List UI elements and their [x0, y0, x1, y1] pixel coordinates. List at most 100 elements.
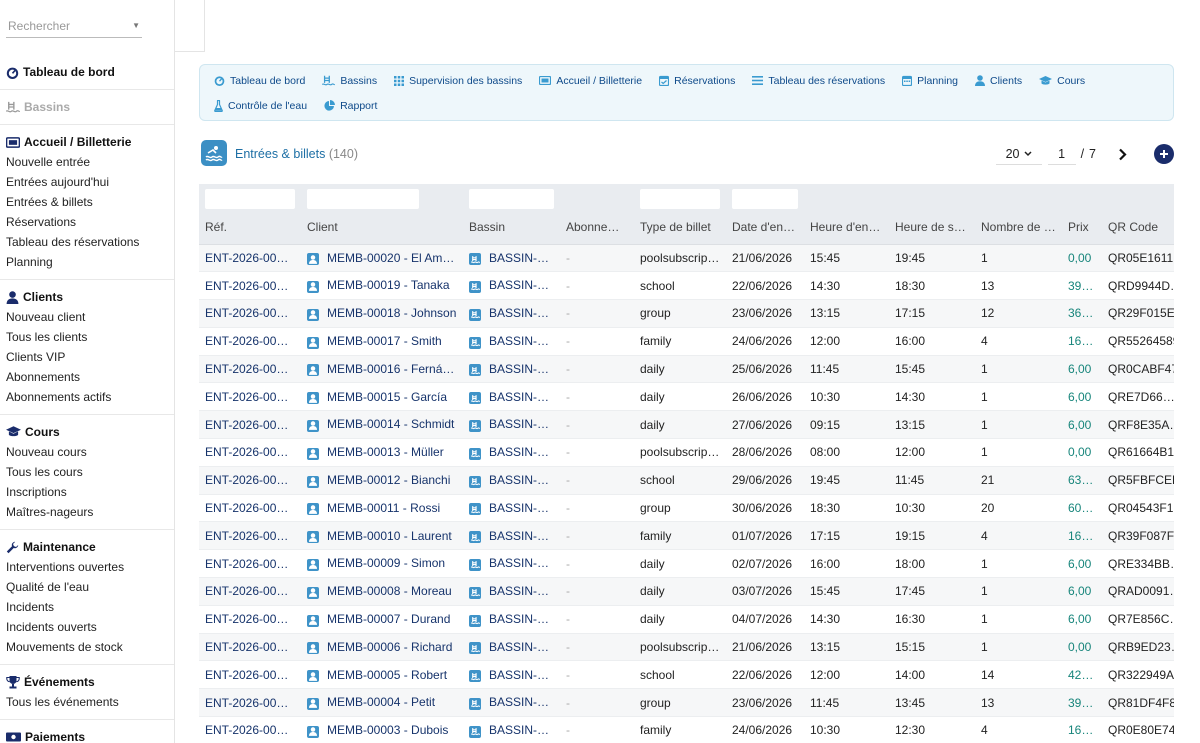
cell-link-text[interactable]: BASSIN-005: [489, 390, 557, 404]
cell-bassin[interactable]: BASSIN-010: [463, 521, 560, 551]
menu-item-tableau-des-reservations[interactable]: Tableau des réservations: [746, 71, 896, 90]
table-row[interactable]: ENT-2026-000126 MEMB-00006 - Richard BASSI…: [199, 633, 1174, 662]
cell-ref[interactable]: ENT-2026-000135: [199, 382, 301, 412]
cell-client[interactable]: MEMB-00006 - Richard: [301, 633, 463, 662]
cell-client[interactable]: MEMB-00010 - Laurent: [301, 521, 463, 551]
cell-link-text[interactable]: MEMB-00017 - Smith: [327, 334, 442, 348]
sidebar-section-evenements[interactable]: Événements: [0, 672, 174, 692]
cell-bassin[interactable]: BASSIN-007: [463, 327, 560, 356]
cell-client[interactable]: MEMB-00005 - Robert: [301, 660, 463, 690]
cell-link-text[interactable]: BASSIN-003: [489, 445, 557, 459]
column-header-heure-de-sortie[interactable]: Heure de sortie: [889, 210, 975, 245]
table-row[interactable]: ENT-2026-000125 MEMB-00005 - Robert BASSIN…: [199, 660, 1174, 690]
sidebar-section-cours[interactable]: Cours: [0, 422, 174, 442]
cell-link-text[interactable]: MEMB-00005 - Robert: [327, 668, 447, 682]
sidebar-item-entrees-billets[interactable]: Entrées & billets: [0, 192, 174, 212]
cell-ref[interactable]: ENT-2026-000130: [199, 521, 301, 551]
table-row[interactable]: ENT-2026-000136 MEMB-00016 - Fernández BAS…: [199, 355, 1174, 384]
cell-bassin[interactable]: BASSIN-007: [463, 605, 560, 634]
cell-link-text[interactable]: MEMB-00019 - Tanaka: [327, 278, 450, 292]
sidebar-section-accueil-billetterie[interactable]: Accueil / Billetterie: [0, 132, 174, 152]
menu-item-controle-de-l-eau[interactable]: Contrôle de l'eau: [208, 96, 318, 115]
sidebar-item-pools[interactable]: Bassins: [0, 97, 174, 117]
cell-bassin[interactable]: BASSIN-004: [463, 410, 560, 440]
cell-link-text[interactable]: BASSIN-009: [489, 556, 557, 570]
cell-link-text[interactable]: MEMB-00011 - Rossi: [327, 501, 440, 515]
menu-item-bassins[interactable]: Bassins: [316, 71, 388, 90]
menu-item-accueil-billetterie[interactable]: Accueil / Billetterie: [533, 71, 653, 90]
menu-item-reservations[interactable]: Réservations: [653, 71, 746, 90]
menu-item-cours[interactable]: Cours: [1033, 71, 1096, 90]
cell-link-text[interactable]: MEMB-00006 - Richard: [327, 640, 452, 654]
cell-ref[interactable]: ENT-2026-000134: [199, 410, 301, 440]
cell-link-text[interactable]: BASSIN-007: [489, 612, 557, 626]
cell-ref[interactable]: ENT-2026-000138: [199, 299, 301, 328]
cell-ref[interactable]: ENT-2026-000123: [199, 716, 301, 743]
column-header-abonnement[interactable]: Abonnement: [560, 210, 634, 245]
cell-link-text[interactable]: MEMB-00014 - Schmidt: [327, 417, 454, 431]
cell-link-text[interactable]: BASSIN-010: [489, 251, 557, 265]
cell-bassin[interactable]: BASSIN-010: [463, 244, 560, 273]
table-row[interactable]: ENT-2026-000134 MEMB-00014 - Schmidt BASSI…: [199, 410, 1174, 440]
cell-link-text[interactable]: MEMB-00007 - Durand: [327, 612, 450, 626]
cell-link-text[interactable]: MEMB-00010 - Laurent: [327, 529, 452, 543]
sidebar-item-abonnements[interactable]: Abonnements: [0, 367, 174, 387]
sidebar-item-incidents[interactable]: Incidents: [0, 597, 174, 617]
sidebar-item-qualite-de-l-eau[interactable]: Qualité de l'eau: [0, 577, 174, 597]
cell-link-text[interactable]: BASSIN-003: [489, 723, 557, 737]
filter-ref-input[interactable]: [205, 188, 295, 209]
table-row[interactable]: ENT-2026-000132 MEMB-00012 - Bianchi BASSI…: [199, 466, 1174, 495]
cell-client[interactable]: MEMB-00018 - Johnson: [301, 299, 463, 328]
cell-bassin[interactable]: BASSIN-002: [463, 466, 560, 495]
cell-ref[interactable]: ENT-2026-000131: [199, 494, 301, 523]
menu-item-clients[interactable]: Clients: [969, 71, 1033, 90]
filter-date-input[interactable]: [732, 188, 798, 209]
menu-item-tableau-de-bord[interactable]: Tableau de bord: [208, 71, 316, 90]
cell-ref[interactable]: ENT-2026-000136: [199, 355, 301, 384]
cell-link-text[interactable]: MEMB-00016 - Fernández: [327, 362, 463, 376]
cell-link-text[interactable]: MEMB-00018 - Johnson: [327, 306, 456, 320]
menu-item-supervision-des-bassins[interactable]: Supervision des bassins: [388, 71, 533, 90]
cell-client[interactable]: MEMB-00016 - Fernández: [301, 355, 463, 384]
table-row[interactable]: ENT-2026-000128 MEMB-00008 - Moreau BASSIN…: [199, 577, 1174, 606]
column-header-ref[interactable]: Réf.: [199, 210, 301, 245]
table-row[interactable]: ENT-2026-000124 MEMB-00004 - Petit BASSIN-…: [199, 688, 1174, 718]
sidebar-item-dashboard[interactable]: Tableau de bord: [0, 62, 174, 82]
sidebar-item-clients-vip[interactable]: Clients VIP: [0, 347, 174, 367]
cell-bassin[interactable]: BASSIN-009: [463, 271, 560, 301]
filter-client-input[interactable]: [307, 188, 419, 209]
cell-link-text[interactable]: MEMB-00020 - El Amrani: [327, 251, 462, 265]
cell-link-text[interactable]: MEMB-00015 - García: [327, 390, 447, 404]
cell-link-text[interactable]: BASSIN-004: [489, 695, 557, 709]
sidebar-item-nouveau-cours[interactable]: Nouveau cours: [0, 442, 174, 462]
cell-ref[interactable]: ENT-2026-000125: [199, 660, 301, 690]
table-row[interactable]: ENT-2026-000129 MEMB-00009 - Simon BASSIN-…: [199, 549, 1174, 579]
cell-link-text[interactable]: BASSIN-010: [489, 529, 557, 543]
cell-ref[interactable]: ENT-2026-000129: [199, 549, 301, 579]
table-row[interactable]: ENT-2026-000137 MEMB-00017 - Smith BASSIN-…: [199, 327, 1174, 356]
cell-bassin[interactable]: BASSIN-004: [463, 688, 560, 718]
cell-link-text[interactable]: MEMB-00003 - Dubois: [327, 723, 448, 737]
column-header-prix[interactable]: Prix: [1062, 210, 1102, 245]
menu-item-rapport[interactable]: Rapport: [318, 96, 388, 115]
cell-bassin[interactable]: BASSIN-003: [463, 438, 560, 467]
cell-client[interactable]: MEMB-00008 - Moreau: [301, 577, 463, 606]
sidebar-item-interventions-ouvertes[interactable]: Interventions ouvertes: [0, 557, 174, 577]
cell-ref[interactable]: ENT-2026-000133: [199, 438, 301, 467]
column-header-type-de-billet[interactable]: Type de billet: [634, 210, 726, 245]
sidebar-item-reservations[interactable]: Réservations: [0, 212, 174, 232]
sidebar-item-tous-les-cours[interactable]: Tous les cours: [0, 462, 174, 482]
sidebar-section-paiements[interactable]: Paiements: [0, 727, 174, 743]
sidebar-section-maintenance[interactable]: Maintenance: [0, 537, 174, 557]
table-row[interactable]: ENT-2026-000133 MEMB-00013 - Müller BASSIN…: [199, 438, 1174, 467]
sidebar-section-clients[interactable]: Clients: [0, 287, 174, 307]
cell-client[interactable]: MEMB-00009 - Simon: [301, 549, 463, 579]
sidebar-item-tableau-des-reservations[interactable]: Tableau des réservations: [0, 232, 174, 252]
cell-ref[interactable]: ENT-2026-000126: [199, 633, 301, 662]
sidebar-item-inscriptions[interactable]: Inscriptions: [0, 482, 174, 502]
cell-ref[interactable]: ENT-2026-000128: [199, 577, 301, 606]
cell-bassin[interactable]: BASSIN-008: [463, 577, 560, 606]
cell-link-text[interactable]: BASSIN-004: [489, 417, 557, 431]
cell-link-text[interactable]: MEMB-00004 - Petit: [327, 695, 435, 709]
cell-ref[interactable]: ENT-2026-000127: [199, 605, 301, 634]
